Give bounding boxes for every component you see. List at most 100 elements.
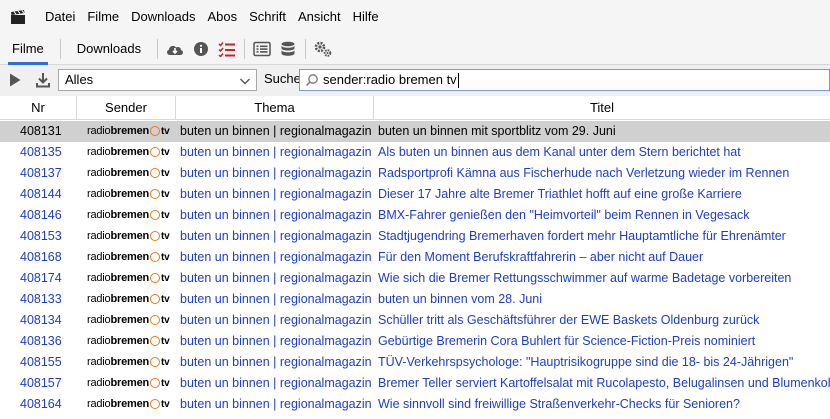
table-row[interactable]: 408135 radio bremen tv buten un binnen | reg… xyxy=(0,142,830,163)
cell-titel: Wie sich die Bremer Rettungsschwimmer au… xyxy=(378,271,792,285)
cell-thema: buten un binnen | regionalmagazin xyxy=(180,271,372,285)
cell-thema: buten un binnen | regionalmagazin xyxy=(180,250,372,264)
cell-thema: buten un binnen | regionalmagazin xyxy=(180,145,372,159)
cell-nr: 408174 xyxy=(20,271,62,285)
tab-downloads[interactable]: Downloads xyxy=(65,33,153,65)
radio-bremen-tv-logo: radio bremen tv xyxy=(87,377,170,389)
cloud-download-icon[interactable] xyxy=(163,37,187,61)
cell-thema: buten un binnen | regionalmagazin xyxy=(180,229,372,243)
settings-icon[interactable] xyxy=(311,37,335,61)
table-row[interactable]: 408174 radio bremen tv buten un binnen | reg… xyxy=(0,268,830,289)
menu-datei[interactable]: Datei xyxy=(39,6,81,28)
radio-bremen-tv-logo: radio bremen tv xyxy=(87,398,170,410)
table-row[interactable]: 408136 radio bremen tv buten un binnen | reg… xyxy=(0,331,830,352)
column-header-sender[interactable]: Sender xyxy=(77,96,176,120)
table-row[interactable]: 408137 radio bremen tv buten un binnen | reg… xyxy=(0,163,830,184)
clapperboard-icon xyxy=(9,8,27,26)
cell-thema: buten un binnen | regionalmagazin xyxy=(180,166,372,180)
search-input[interactable]: sender:radio bremen tv xyxy=(299,69,830,91)
info-icon[interactable] xyxy=(189,37,213,61)
cell-thema: buten un binnen | regionalmagazin xyxy=(180,187,372,201)
cell-sender: radio bremen tv xyxy=(77,121,176,142)
cell-sender: radio bremen tv xyxy=(77,268,176,289)
table-row[interactable]: 408131 radio bremen tv buten un binnen | reg… xyxy=(0,121,830,142)
radio-bremen-tv-logo: radio bremen tv xyxy=(87,230,170,242)
tab-filme[interactable]: Filme xyxy=(0,33,56,65)
cell-thema: buten un binnen | regionalmagazin xyxy=(180,124,372,138)
table-row[interactable]: 408133 radio bremen tv buten un binnen | reg… xyxy=(0,289,830,310)
filter-bar: Alles Suche: sender:radio bremen tv xyxy=(0,65,830,95)
cell-titel: TÜV-Verkehrspsychologe: "Hauptrisikogrup… xyxy=(378,355,794,369)
table-row[interactable]: 408134 radio bremen tv buten un binnen | reg… xyxy=(0,310,830,331)
cell-nr: 408131 xyxy=(20,124,62,138)
radio-bremen-tv-logo: radio bremen tv xyxy=(87,251,170,263)
table-header: Nr Sender Thema Titel xyxy=(0,96,830,120)
table-row[interactable]: 408146 radio bremen tv buten un binnen | reg… xyxy=(0,205,830,226)
cell-titel: Als buten un binnen aus dem Kanal unter … xyxy=(378,145,741,159)
database-icon[interactable] xyxy=(276,37,300,61)
chevron-down-icon xyxy=(239,73,251,85)
cell-sender: radio bremen tv xyxy=(77,289,176,310)
table-row[interactable]: 408144 radio bremen tv buten un binnen | reg… xyxy=(0,184,830,205)
radio-bremen-tv-logo: radio bremen tv xyxy=(87,293,170,305)
menu-filme[interactable]: Filme xyxy=(81,6,125,28)
cell-titel: Für den Moment Berufskraftfahrerin – abe… xyxy=(378,250,704,264)
download-icon[interactable] xyxy=(30,67,56,93)
table-body: 408131 radio bremen tv buten un binnen | reg… xyxy=(0,121,830,415)
filter-select-value: Alles xyxy=(65,72,94,87)
cell-sender: radio bremen tv xyxy=(77,205,176,226)
cell-nr: 408157 xyxy=(20,376,62,390)
toolbar-separator xyxy=(244,38,246,59)
cell-nr: 408164 xyxy=(20,397,62,411)
cell-thema: buten un binnen | regionalmagazin xyxy=(180,313,372,327)
radio-bremen-tv-logo: radio bremen tv xyxy=(87,209,170,221)
cell-nr: 408134 xyxy=(20,313,62,327)
cell-titel: Stadtjugendring Bremerhaven fordert mehr… xyxy=(378,229,786,243)
filter-select[interactable]: Alles xyxy=(58,69,257,91)
cell-sender: radio bremen tv xyxy=(77,352,176,373)
menu-downloads[interactable]: Downloads xyxy=(125,6,201,28)
table-row[interactable]: 408155 radio bremen tv buten un binnen | reg… xyxy=(0,352,830,373)
radio-bremen-tv-logo: radio bremen tv xyxy=(87,356,170,368)
list-view-icon[interactable] xyxy=(250,37,274,61)
menu-schrift[interactable]: Schrift xyxy=(243,6,292,28)
toolbar-separator xyxy=(157,38,159,59)
cell-thema: buten un binnen | regionalmagazin xyxy=(180,334,372,348)
table-row[interactable]: 408153 radio bremen tv buten un binnen | reg… xyxy=(0,226,830,247)
cell-sender: radio bremen tv xyxy=(77,247,176,268)
column-header-titel[interactable]: Titel xyxy=(374,96,830,120)
radio-bremen-tv-logo: radio bremen tv xyxy=(87,146,170,158)
table-row[interactable]: 408164 radio bremen tv buten un binnen | reg… xyxy=(0,394,830,415)
cell-thema: buten un binnen | regionalmagazin xyxy=(180,292,372,306)
cell-sender: radio bremen tv xyxy=(77,184,176,205)
cell-nr: 408155 xyxy=(20,355,62,369)
menu-hilfe[interactable]: Hilfe xyxy=(347,6,385,28)
table-row[interactable]: 408168 radio bremen tv buten un binnen | reg… xyxy=(0,247,830,268)
toolbar: Filme Downloads xyxy=(0,33,830,65)
checklist-icon[interactable] xyxy=(215,37,239,61)
cell-nr: 408146 xyxy=(20,208,62,222)
cell-titel: BMX-Fahrer genießen den "Heimvorteil" be… xyxy=(378,208,750,222)
cell-titel: Wie sinnvoll sind freiwillige Straßenver… xyxy=(378,397,740,411)
cell-nr: 408137 xyxy=(20,166,62,180)
cell-thema: buten un binnen | regionalmagazin xyxy=(180,376,372,390)
radio-bremen-tv-logo: radio bremen tv xyxy=(87,188,170,200)
cell-titel: buten un binnen vom 28. Juni xyxy=(378,292,543,306)
search-icon xyxy=(303,71,321,89)
cell-titel: Radsportprofi Kämna aus Fischerhude nach… xyxy=(378,166,790,180)
radio-bremen-tv-logo: radio bremen tv xyxy=(87,314,170,326)
menu-abos[interactable]: Abos xyxy=(201,6,243,28)
menu-bar: Datei Filme Downloads Abos Schrift Ansic… xyxy=(0,0,830,33)
cell-thema: buten un binnen | regionalmagazin xyxy=(180,397,372,411)
toolbar-separator xyxy=(59,38,61,59)
cell-thema: buten un binnen | regionalmagazin xyxy=(180,208,372,222)
table-row[interactable]: 408157 radio bremen tv buten un binnen | reg… xyxy=(0,373,830,394)
radio-bremen-tv-logo: radio bremen tv xyxy=(87,335,170,347)
menu-ansicht[interactable]: Ansicht xyxy=(292,6,347,28)
column-header-thema[interactable]: Thema xyxy=(176,96,374,120)
cell-titel: Gebürtige Bremerin Cora Buhlert für Scie… xyxy=(378,334,756,348)
cell-nr: 408144 xyxy=(20,187,62,201)
play-icon[interactable] xyxy=(2,67,28,93)
column-header-nr[interactable]: Nr xyxy=(0,96,77,120)
cell-thema: buten un binnen | regionalmagazin xyxy=(180,355,372,369)
